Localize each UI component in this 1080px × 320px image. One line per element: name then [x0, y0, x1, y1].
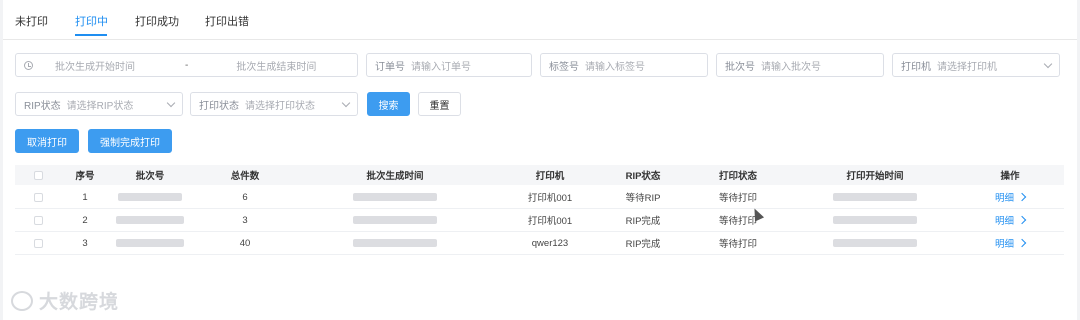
range-separator: - — [185, 59, 189, 71]
row-print-status: 等待打印 — [718, 239, 757, 250]
tag-number-label: 标签号 — [549, 61, 579, 73]
header-batch-created-time: 批次生成时间 — [366, 171, 424, 182]
print-status-select[interactable]: 打印状态 请选择打印状态 — [190, 92, 358, 116]
table-row: 1 6 打印机001 等待RIP 等待打印 明细 — [15, 186, 1064, 209]
row-print-status: 等待打印 — [718, 216, 757, 227]
row-rip-status: 等待RIP — [625, 193, 661, 204]
header-rip-status: RIP状态 — [625, 171, 661, 182]
header-batch-number: 批次号 — [135, 171, 165, 182]
row-printer: 打印机001 — [527, 216, 573, 227]
chevron-right-icon — [1017, 238, 1027, 248]
row-printer: 打印机001 — [527, 193, 573, 204]
watermark-logo-icon — [11, 290, 33, 311]
row-print-status: 等待打印 — [718, 193, 757, 204]
rip-status-placeholder: 请选择RIP状态 — [66, 100, 134, 112]
order-number-input[interactable]: 请输入订单号 — [411, 58, 471, 73]
row-rip-status: RIP完成 — [625, 216, 661, 227]
reset-button[interactable]: 重置 — [418, 92, 461, 116]
order-number-label: 订单号 — [375, 61, 405, 73]
active-tab-indicator — [75, 34, 107, 36]
row-index: 1 — [82, 191, 88, 203]
chevron-right-icon — [1017, 215, 1027, 225]
row-checkbox[interactable] — [33, 192, 43, 202]
rip-status-select[interactable]: RIP状态 请选择RIP状态 — [15, 92, 183, 116]
row-batch-number — [115, 186, 185, 208]
cancel-print-button[interactable]: 取消打印 — [15, 129, 79, 153]
table-row: 2 3 打印机001 RIP完成 等待打印 明细 — [15, 209, 1064, 232]
header-index: 序号 — [75, 171, 95, 182]
force-complete-print-button[interactable]: 强制完成打印 — [88, 129, 172, 153]
end-time-input[interactable]: 批次生成结束时间 — [236, 58, 316, 73]
date-range-picker[interactable]: 批次生成开始时间 - 批次生成结束时间 — [15, 53, 358, 77]
print-status-placeholder: 请选择打印状态 — [245, 100, 315, 112]
detail-link[interactable]: 明细 — [985, 209, 1035, 231]
tag-number-field[interactable]: 标签号 请输入标签号 — [540, 53, 708, 77]
batch-number-input[interactable]: 请输入批次号 — [761, 58, 821, 73]
status-tabs: 未打印 打印中 打印成功 打印出错 — [3, 0, 1077, 40]
tab-not-printed[interactable]: 未打印 — [15, 13, 48, 29]
rip-status-label: RIP状态 — [24, 100, 61, 112]
row-print-start-time — [820, 232, 930, 254]
header-total-items: 总件数 — [230, 171, 260, 182]
chevron-down-icon — [1043, 59, 1053, 69]
row-batch-created-time — [345, 209, 445, 231]
header-print-status: 打印状态 — [718, 171, 757, 182]
select-all-checkbox[interactable] — [33, 170, 43, 180]
detail-link[interactable]: 明细 — [985, 186, 1035, 208]
row-printer: qwer123 — [531, 237, 569, 249]
watermark: 大数跨境 — [11, 287, 119, 314]
watermark-text: 大数跨境 — [39, 292, 120, 313]
row-batch-number — [115, 232, 185, 254]
row-checkbox[interactable] — [33, 238, 43, 248]
chevron-right-icon — [1017, 192, 1027, 202]
row-total-items: 40 — [239, 237, 251, 249]
batch-number-label: 批次号 — [725, 61, 755, 73]
row-total-items: 3 — [242, 214, 248, 226]
row-print-start-time — [820, 209, 930, 231]
tag-number-input[interactable]: 请输入标签号 — [585, 58, 645, 73]
header-operation: 操作 — [1000, 171, 1020, 182]
print-status-label: 打印状态 — [199, 100, 239, 112]
batch-number-field[interactable]: 批次号 请输入批次号 — [716, 53, 884, 77]
printer-placeholder: 请选择打印机 — [937, 61, 997, 73]
chevron-down-icon — [341, 98, 351, 108]
row-print-start-time — [820, 186, 930, 208]
row-total-items: 6 — [242, 191, 248, 203]
main-card: 未打印 打印中 打印成功 打印出错 批次生成开始时间 - 批次生成结束时间 订单… — [3, 0, 1077, 320]
clock-icon — [24, 60, 33, 70]
chevron-down-icon — [166, 98, 176, 108]
tab-print-success[interactable]: 打印成功 — [135, 13, 179, 29]
printer-label: 打印机 — [901, 61, 931, 73]
start-time-input[interactable]: 批次生成开始时间 — [55, 58, 135, 73]
row-index: 2 — [82, 214, 88, 226]
header-printer: 打印机 — [535, 171, 565, 182]
header-print-start-time: 打印开始时间 — [846, 171, 904, 182]
printer-select[interactable]: 打印机 请选择打印机 — [892, 53, 1060, 77]
row-index: 3 — [82, 237, 88, 249]
row-rip-status: RIP完成 — [625, 239, 661, 250]
row-batch-number — [115, 209, 185, 231]
search-button[interactable]: 搜索 — [367, 92, 410, 116]
table-header: 序号 批次号 总件数 批次生成时间 打印机 RIP状态 打印状态 打印开始时间 … — [15, 165, 1064, 185]
detail-link[interactable]: 明细 — [985, 232, 1035, 254]
row-checkbox[interactable] — [33, 215, 43, 225]
row-batch-created-time — [345, 232, 445, 254]
order-number-field[interactable]: 订单号 请输入订单号 — [366, 53, 532, 77]
tab-printing[interactable]: 打印中 — [75, 13, 108, 29]
row-batch-created-time — [345, 186, 445, 208]
table-row: 3 40 qwer123 RIP完成 等待打印 明细 — [15, 232, 1064, 255]
tab-print-error[interactable]: 打印出错 — [205, 13, 249, 29]
